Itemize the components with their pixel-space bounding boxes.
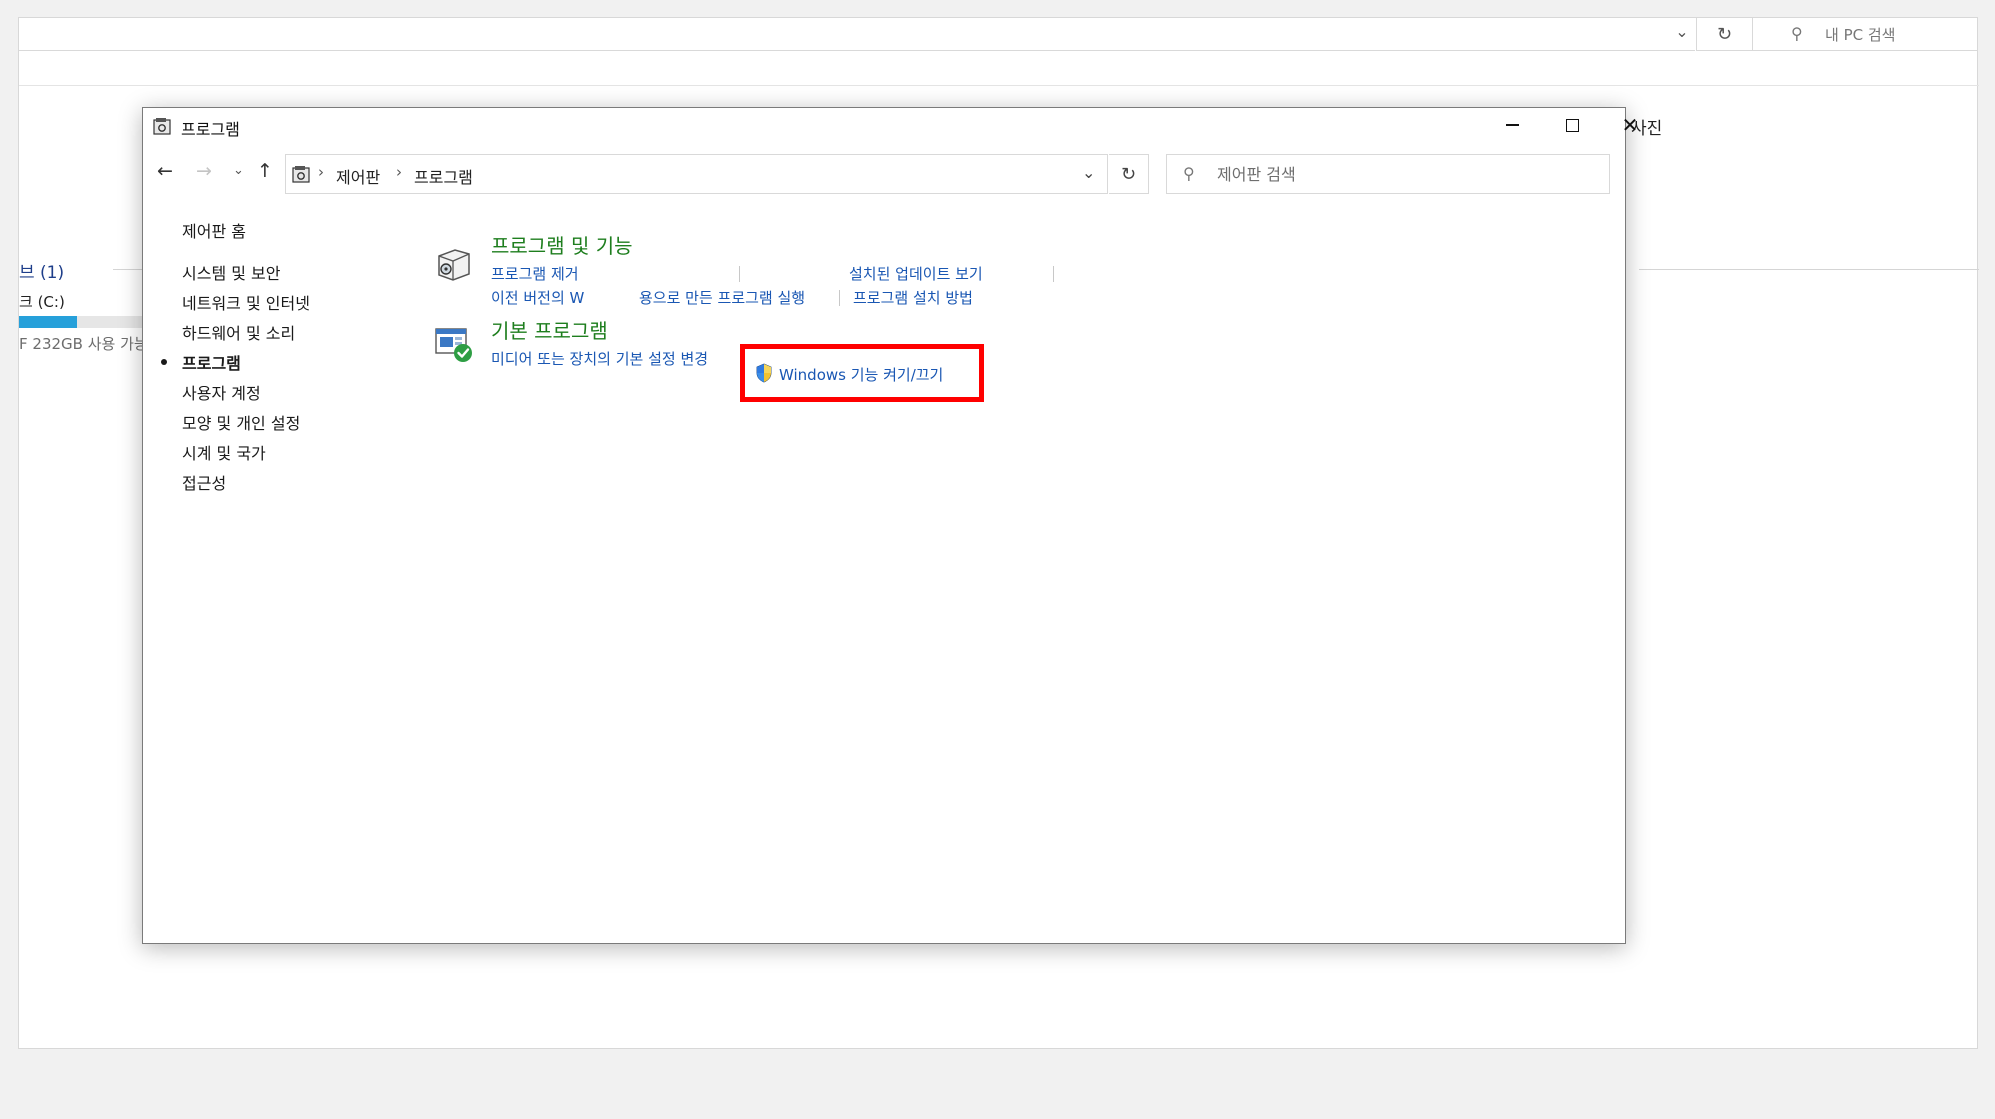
recent-locations-chevron-icon[interactable]: ⌄	[233, 163, 244, 178]
uac-shield-icon	[756, 363, 772, 383]
sidebar-item-network-internet[interactable]: 네트워크 및 인터넷	[182, 290, 310, 314]
breadcrumb-separator: ›	[318, 163, 324, 181]
divider	[1053, 266, 1054, 282]
sidebar-item-clock-region[interactable]: 시계 및 국가	[182, 440, 266, 464]
windows-features-on-off-link[interactable]: Windows 기능 켜기/끄기	[779, 364, 943, 385]
run-older-programs-link-tail[interactable]: 용으로 만든 프로그램 실행	[639, 287, 805, 308]
control-panel-icon	[153, 118, 171, 135]
divider	[1639, 269, 1979, 270]
programs-features-icon	[438, 249, 470, 281]
bg-drive-usage-fill	[19, 316, 77, 328]
bg-drive-usage-bar	[19, 316, 145, 328]
up-arrow-icon[interactable]: ↑	[257, 160, 273, 182]
sidebar-item-appearance[interactable]: 모양 및 개인 설정	[182, 410, 300, 434]
control-panel-icon	[292, 166, 310, 183]
control-panel-home-link[interactable]: 제어판 홈	[182, 218, 246, 242]
bg-refresh-button[interactable]: ↻	[1696, 18, 1752, 51]
default-programs-icon	[435, 328, 472, 362]
breadcrumb-separator: ›	[396, 163, 402, 181]
bg-drive-label[interactable]: 크 (C:)	[19, 291, 65, 312]
sidebar-item-programs[interactable]: 프로그램	[182, 350, 241, 374]
uninstall-program-link[interactable]: 프로그램 제거	[491, 263, 579, 284]
address-history-chevron-icon[interactable]: ⌄	[1082, 163, 1095, 182]
sidebar-item-accessibility[interactable]: 접근성	[182, 470, 226, 494]
minimize-icon	[1505, 124, 1519, 126]
close-icon: ✕	[1621, 113, 1639, 137]
control-panel-window: 프로그램 ✕ ← → ⌄ ↑ › 제어판 › 프로그램 ⌄ ↻ ⚲ 제어판 홈	[142, 107, 1638, 944]
default-programs-title[interactable]: 기본 프로그램	[491, 315, 608, 344]
bg-drive-free-space: F 232GB 사용 가능	[19, 335, 148, 353]
chevron-down-icon[interactable]: ⌄	[1671, 22, 1693, 46]
programs-features-title[interactable]: 프로그램 및 기능	[491, 230, 633, 259]
windows-features-highlight-box: Windows 기능 켜기/끄기	[740, 344, 984, 402]
refresh-button[interactable]: ↻	[1109, 154, 1149, 194]
back-arrow-icon[interactable]: ←	[157, 160, 173, 182]
divider	[19, 85, 1979, 86]
window-title: 프로그램	[181, 120, 240, 139]
refresh-icon: ↻	[1120, 164, 1137, 185]
navigation-bar: ← → ⌄ ↑ › 제어판 › 프로그램 ⌄ ↻ ⚲	[143, 154, 1625, 194]
active-item-bullet	[161, 359, 167, 365]
search-icon: ⚲	[1183, 164, 1195, 183]
bg-address-bar[interactable]: ⌄	[19, 18, 1695, 51]
sidebar-item-user-accounts[interactable]: 사용자 계정	[182, 380, 261, 404]
maximize-button[interactable]	[1543, 108, 1601, 144]
breadcrumb-programs[interactable]: 프로그램	[414, 164, 473, 188]
sidebar-item-system-security[interactable]: 시스템 및 보안	[182, 260, 281, 284]
bg-search-placeholder: 내 PC 검색	[1825, 26, 1896, 44]
close-button[interactable]: ✕	[1601, 108, 1659, 144]
how-to-install-link[interactable]: 프로그램 설치 방법	[853, 287, 973, 308]
view-installed-updates-link[interactable]: 설치된 업데이트 보기	[849, 263, 983, 284]
address-bar[interactable]: › 제어판 › 프로그램 ⌄	[285, 154, 1108, 194]
main-content: 프로그램 및 기능 프로그램 제거 설치된 업데이트 보기 이전 버전의 W 용…	[433, 230, 1613, 430]
bg-search-box[interactable]: ⚲ 내 PC 검색	[1752, 18, 1978, 51]
divider	[839, 290, 840, 306]
bg-devices-heading[interactable]: 브 (1)	[19, 258, 64, 283]
search-input[interactable]	[1217, 162, 1597, 186]
title-bar[interactable]: 프로그램 ✕	[143, 108, 1638, 144]
search-icon: ⚲	[1791, 24, 1803, 43]
minimize-button[interactable]	[1483, 108, 1541, 144]
breadcrumb-control-panel[interactable]: 제어판	[336, 164, 380, 188]
run-older-programs-link[interactable]: 이전 버전의 W	[491, 287, 584, 308]
maximize-icon	[1565, 118, 1579, 132]
sidebar-item-hardware-sound[interactable]: 하드웨어 및 소리	[182, 320, 295, 344]
media-device-defaults-link[interactable]: 미디어 또는 장치의 기본 설정 변경	[491, 348, 708, 369]
search-box[interactable]: ⚲	[1166, 154, 1610, 194]
refresh-icon: ↻	[1716, 24, 1733, 45]
divider	[739, 266, 740, 282]
forward-arrow-icon[interactable]: →	[196, 160, 212, 182]
